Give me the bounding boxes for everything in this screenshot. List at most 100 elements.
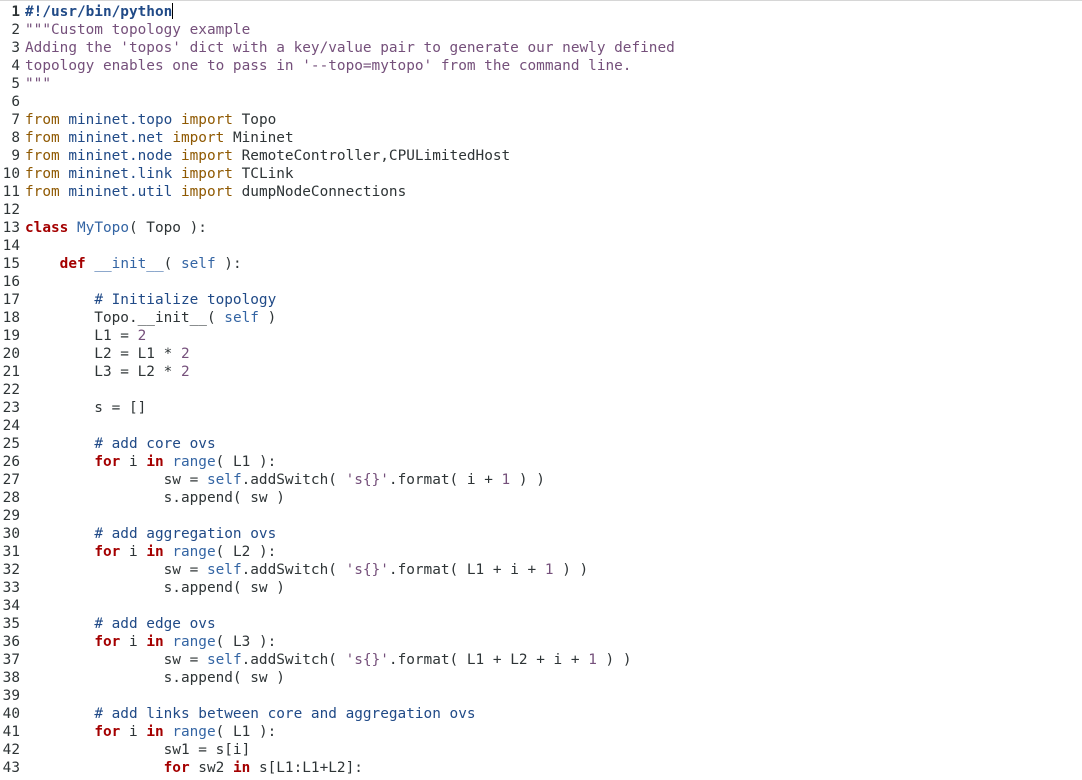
code-line[interactable]: 39 xyxy=(0,687,1082,705)
line-code[interactable]: # add aggregation ovs xyxy=(25,525,276,543)
code-line[interactable]: 40 # add links between core and aggregat… xyxy=(0,705,1082,723)
code-line[interactable]: 36 for i in range( L3 ): xyxy=(0,633,1082,651)
code-line[interactable]: 10 from mininet.link import TCLink xyxy=(0,165,1082,183)
line-code[interactable]: #!/usr/bin/python xyxy=(25,3,174,21)
code-token: self xyxy=(180,256,216,272)
code-line[interactable]: 34 xyxy=(0,597,1082,615)
code-token: i xyxy=(120,724,147,740)
code-line[interactable]: 37 sw = self.addSwitch( 's{}'.format( L1… xyxy=(0,651,1082,669)
code-line[interactable]: 31 for i in range( L2 ): xyxy=(0,543,1082,561)
code-line[interactable]: 3 Adding the 'topos' dict with a key/valu… xyxy=(0,39,1082,57)
line-code[interactable]: for i in range( L1 ): xyxy=(25,453,276,471)
code-line[interactable]: 33 s.append( sw ) xyxy=(0,579,1082,597)
code-line[interactable]: 7 from mininet.topo import Topo xyxy=(0,111,1082,129)
code-line[interactable]: 32 sw = self.addSwitch( 's{}'.format( L1… xyxy=(0,561,1082,579)
code-line[interactable]: 11 from mininet.util import dumpNodeConne… xyxy=(0,183,1082,201)
code-token: MyTopo xyxy=(77,220,129,236)
code-token: 's{}' xyxy=(345,652,389,668)
line-code[interactable]: sw1 = s[i] xyxy=(25,741,251,759)
code-line[interactable]: 4 topology enables one to pass in '--topo… xyxy=(0,57,1082,75)
code-line[interactable]: 12 xyxy=(0,201,1082,219)
line-code[interactable]: # add edge ovs xyxy=(25,615,215,633)
line-code[interactable]: Topo.__init__( self ) xyxy=(25,309,276,327)
line-code[interactable]: for sw2 in s[L1:L1+L2]: xyxy=(25,759,363,777)
line-code[interactable]: from mininet.topo import Topo xyxy=(25,111,276,129)
line-number: 37 xyxy=(2,652,20,668)
code-line[interactable]: 38 s.append( sw ) xyxy=(0,669,1082,687)
line-code[interactable]: s.append( sw ) xyxy=(25,579,285,597)
line-code[interactable]: from mininet.net import Mininet xyxy=(25,129,294,147)
code-line[interactable]: 25 # add core ovs xyxy=(0,435,1082,453)
code-line[interactable]: 35 # add edge ovs xyxy=(0,615,1082,633)
line-code[interactable]: s.append( sw ) xyxy=(25,489,285,507)
line-code[interactable]: # add core ovs xyxy=(25,435,215,453)
line-number: 43 xyxy=(2,760,20,776)
code-line[interactable]: 28 s.append( sw ) xyxy=(0,489,1082,507)
code-line[interactable]: 29 xyxy=(0,507,1082,525)
code-line[interactable]: 1 #!/usr/bin/python xyxy=(0,3,1082,21)
code-line[interactable]: 23 s = [] xyxy=(0,399,1082,417)
code-line[interactable]: 14 xyxy=(0,237,1082,255)
line-code[interactable]: sw = self.addSwitch( 's{}'.format( L1 + … xyxy=(25,561,589,579)
line-code[interactable]: from mininet.link import TCLink xyxy=(25,165,294,183)
code-token: # Initialize topology xyxy=(94,292,277,308)
code-line[interactable]: 24 xyxy=(0,417,1082,435)
code-editor[interactable]: 1 #!/usr/bin/python 2 """Custom topology ex… xyxy=(0,0,1082,780)
code-token: mininet.net xyxy=(68,130,164,146)
code-line[interactable]: 13 class MyTopo( Topo ): xyxy=(0,219,1082,237)
line-code[interactable]: L1 = 2 xyxy=(25,327,146,345)
code-line[interactable]: 41 for i in range( L1 ): xyxy=(0,723,1082,741)
code-line[interactable]: 42 sw1 = s[i] xyxy=(0,741,1082,759)
line-code[interactable]: # add links between core and aggregation… xyxy=(25,705,475,723)
code-line[interactable]: 6 xyxy=(0,93,1082,111)
code-line[interactable]: 15 def __init__( self ): xyxy=(0,255,1082,273)
code-line[interactable]: 5 """ xyxy=(0,75,1082,93)
code-line[interactable]: 16 xyxy=(0,273,1082,291)
line-code[interactable]: s.append( sw ) xyxy=(25,669,285,687)
line-code[interactable]: Adding the 'topos' dict with a key/value… xyxy=(25,39,675,57)
line-code[interactable]: def __init__( self ): xyxy=(25,255,242,273)
line-code[interactable]: for i in range( L3 ): xyxy=(25,633,276,651)
code-token: topology enables one to pass in '--topo=… xyxy=(25,58,632,74)
line-code[interactable]: # Initialize topology xyxy=(25,291,276,309)
code-token: 2 xyxy=(137,328,147,344)
line-code[interactable]: L3 = L2 * 2 xyxy=(25,363,189,381)
line-code[interactable]: L2 = L1 * 2 xyxy=(25,345,189,363)
code-line[interactable]: 18 Topo.__init__( self ) xyxy=(0,309,1082,327)
code-token: in xyxy=(146,544,164,560)
code-token: import xyxy=(172,130,225,146)
line-code[interactable]: class MyTopo( Topo ): xyxy=(25,219,207,237)
line-code[interactable]: """Custom topology example xyxy=(25,21,250,39)
line-code[interactable]: from mininet.util import dumpNodeConnect… xyxy=(25,183,406,201)
code-line[interactable]: 19 L1 = 2 xyxy=(0,327,1082,345)
code-line[interactable]: 9 from mininet.node import RemoteControll… xyxy=(0,147,1082,165)
code-line[interactable]: 43 for sw2 in s[L1:L1+L2]: xyxy=(0,759,1082,777)
line-code[interactable]: sw = self.addSwitch( 's{}'.format( L1 + … xyxy=(25,651,632,669)
code-token: import xyxy=(180,148,233,164)
line-number: 9 xyxy=(11,148,20,164)
line-code[interactable]: from mininet.node import RemoteControlle… xyxy=(25,147,510,165)
line-number: 17 xyxy=(2,292,20,308)
code-line[interactable]: 27 sw = self.addSwitch( 's{}'.format( i … xyxy=(0,471,1082,489)
line-code[interactable]: sw = self.addSwitch( 's{}'.format( i + 1… xyxy=(25,471,545,489)
line-code[interactable]: topology enables one to pass in '--topo=… xyxy=(25,57,631,75)
code-line[interactable]: 26 for i in range( L1 ): xyxy=(0,453,1082,471)
line-number: 1 xyxy=(11,4,20,20)
code-line[interactable]: 2 """Custom topology example xyxy=(0,21,1082,39)
line-number: 20 xyxy=(2,346,20,362)
code-line[interactable]: 20 L2 = L1 * 2 xyxy=(0,345,1082,363)
code-token: 1 xyxy=(544,562,554,578)
code-token: 's{}' xyxy=(345,562,389,578)
code-line[interactable]: 17 # Initialize topology xyxy=(0,291,1082,309)
line-code[interactable]: for i in range( L1 ): xyxy=(25,723,276,741)
code-line[interactable]: 8 from mininet.net import Mininet xyxy=(0,129,1082,147)
line-code[interactable]: """ xyxy=(25,75,51,93)
code-line[interactable]: 30 # add aggregation ovs xyxy=(0,525,1082,543)
code-line[interactable]: 22 xyxy=(0,381,1082,399)
line-number: 21 xyxy=(2,364,20,380)
line-code[interactable]: for i in range( L2 ): xyxy=(25,543,276,561)
code-line[interactable]: 21 L3 = L2 * 2 xyxy=(0,363,1082,381)
line-code[interactable]: s = [] xyxy=(25,399,146,417)
